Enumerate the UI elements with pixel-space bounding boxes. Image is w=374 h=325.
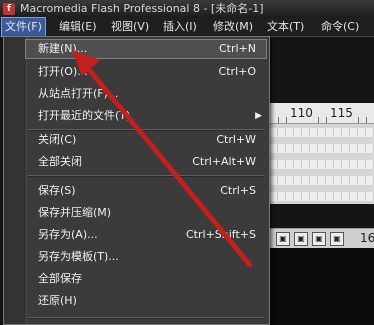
ruler-label-110: 110 <box>290 106 313 120</box>
menu-item-close-all[interactable]: 全部关闭 Ctrl+Alt+W <box>26 153 266 171</box>
menu-item-save-all[interactable]: 全部保存 <box>26 270 266 288</box>
onion-skin-icon[interactable]: ▣ <box>276 232 290 246</box>
window-title: Macromedia Flash Professional 8 - [未命名-1… <box>20 2 264 15</box>
timeline-ruler: 110 115 <box>270 103 374 124</box>
menu-item-save-as-template[interactable]: 另存为模板(T)... <box>26 248 266 266</box>
onion-markers-icon[interactable]: ▣ <box>330 232 344 246</box>
submenu-arrow-icon: ▶ <box>255 111 262 121</box>
menu-item-save-and-compact[interactable]: 保存并压缩(M) <box>26 204 266 222</box>
title-bar: f Macromedia Flash Professional 8 - [未命名… <box>0 0 374 18</box>
onion-outline-icon[interactable]: ▣ <box>294 232 308 246</box>
menu-item-save-as[interactable]: 另存为(A)... Ctrl+Shift+S <box>26 226 266 244</box>
ruler-label-115: 115 <box>330 106 353 120</box>
menu-item-new[interactable]: 新建(N)... Ctrl+N <box>25 39 267 59</box>
stage-area[interactable] <box>270 248 374 323</box>
menu-icon-gutter <box>4 37 27 324</box>
menu-commands[interactable]: 命令(C) <box>318 18 362 36</box>
timeline-frames[interactable] <box>270 124 374 204</box>
flash-app-icon: f <box>3 3 15 15</box>
timeline-toolbar: ▣ ▣ ▣ ▣ 16 <box>270 228 374 249</box>
menu-item-close[interactable]: 关闭(C) Ctrl+W <box>26 131 266 149</box>
menu-item-open-from-site[interactable]: 从站点打开(F)... <box>26 85 266 103</box>
menu-item-revert[interactable]: 还原(H) <box>26 292 266 310</box>
menu-item-save[interactable]: 保存(S) Ctrl+S <box>26 182 266 200</box>
menu-edit[interactable]: 编辑(E) <box>56 18 100 36</box>
menu-item-open-recent[interactable]: 打开最近的文件(T) ▶ <box>26 107 266 125</box>
menu-modify[interactable]: 修改(M) <box>210 18 256 36</box>
menu-item-open[interactable]: 打开(O)... Ctrl+O <box>26 63 266 81</box>
menu-insert[interactable]: 插入(I) <box>160 18 200 36</box>
current-frame-number: 16 <box>360 231 374 245</box>
edit-frames-icon[interactable]: ▣ <box>312 232 326 246</box>
file-menu-dropdown: 新建(N)... Ctrl+N 打开(O)... Ctrl+O 从站点打开(F)… <box>3 36 270 325</box>
menu-bar: 文件(F) 编辑(E) 视图(V) 插入(I) 修改(M) 文本(T) 命令(C… <box>0 17 374 37</box>
menu-file[interactable]: 文件(F) <box>1 17 46 37</box>
menu-text[interactable]: 文本(T) <box>264 18 307 36</box>
menu-separator <box>28 317 264 319</box>
menu-separator <box>28 175 264 177</box>
menu-view[interactable]: 视图(V) <box>108 18 152 36</box>
